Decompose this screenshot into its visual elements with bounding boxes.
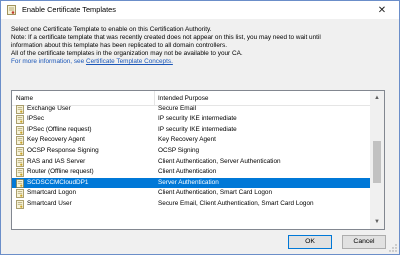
template-name: RAS and IAS Server [27, 157, 86, 165]
certificate-app-icon [7, 5, 16, 15]
certificate-template-icon [16, 168, 24, 177]
table-row[interactable]: IPSec IP security IKE intermediate [12, 114, 370, 125]
table-row[interactable]: RAS and IAS Server Client Authentication,… [12, 157, 370, 168]
certificate-template-icon [16, 125, 24, 135]
template-intended-purpose: OCSP Signing [158, 146, 200, 154]
table-row[interactable]: IPSec (Offline request) IP security IKE i… [12, 125, 370, 136]
template-name: IPSec (Offline request) [27, 125, 92, 133]
description-line-3: information about this template has been… [11, 42, 227, 50]
table-row[interactable]: Router (Offline request) Client Authentic… [12, 167, 370, 178]
certificate-template-icon [16, 136, 24, 146]
close-button[interactable]: ✕ [369, 2, 395, 18]
template-name: Router (Offline request) [27, 168, 94, 176]
enable-certificate-templates-dialog: Enable Certificate Templates ✕ Select on… [0, 0, 400, 255]
ok-button[interactable]: OK [288, 235, 332, 249]
close-icon: ✕ [377, 4, 387, 16]
more-info-line: For more information, see Certificate Te… [11, 58, 393, 66]
certificate-template-icon [16, 178, 24, 188]
template-name: Smartcard User [27, 199, 72, 207]
template-intended-purpose: Secure Email, Client Authentication, Sma… [158, 199, 314, 207]
certificate-template-icon [16, 147, 24, 156]
template-name: Smartcard Logon [27, 189, 77, 197]
template-intended-purpose: Client Authentication [158, 168, 217, 176]
template-name: Exchange User [27, 104, 71, 112]
scroll-down-arrow-icon[interactable]: ▼ [370, 215, 384, 229]
certificate-template-icon [16, 200, 24, 209]
table-row[interactable]: Key Recovery Agent Key Recovery Agent [12, 135, 370, 146]
resize-grip-icon[interactable] [389, 244, 397, 252]
scrollbar-thumb[interactable] [373, 141, 381, 183]
template-intended-purpose: Secure Email [158, 104, 197, 112]
table-row[interactable]: Smartcard Logon Client Authentication, Sm… [12, 188, 370, 199]
template-name: Key Recovery Agent [27, 136, 85, 144]
cancel-button[interactable]: Cancel [342, 235, 386, 249]
certificate-template-icon [16, 115, 24, 124]
template-name: IPSec [27, 115, 45, 123]
certificate-template-icon [16, 157, 24, 167]
scroll-up-arrow-icon[interactable]: ▲ [370, 91, 384, 105]
dialog-title: Enable Certificate Templates [22, 5, 116, 14]
template-intended-purpose: IP security IKE intermediate [158, 115, 237, 123]
template-intended-purpose: Server Authentication [158, 178, 219, 186]
template-intended-purpose: Key Recovery Agent [158, 136, 216, 144]
table-row[interactable]: SCDSCCMCloudDP1 Server Authentication [12, 177, 370, 189]
title-bar: Enable Certificate Templates ✕ [1, 1, 399, 19]
description-line-2: Note: If a certificate template that was… [11, 34, 321, 42]
certificate-template-icon [16, 104, 24, 114]
template-name: OCSP Response Signing [27, 146, 99, 154]
more-info-prefix: For more information, see [11, 58, 86, 66]
table-row[interactable]: OCSP Response Signing OCSP Signing [12, 146, 370, 157]
certificate-template-list[interactable]: Name Intended Purpose Exchange User Secur… [11, 90, 385, 230]
description-text: Select one Certificate Template to enabl… [11, 26, 393, 66]
table-row[interactable]: Exchange User Secure Email [12, 104, 370, 115]
template-intended-purpose: Client Authentication, Server Authentica… [158, 157, 281, 165]
template-intended-purpose: IP security IKE intermediate [158, 125, 237, 133]
certificate-template-concepts-link[interactable]: Certificate Template Concepts. [86, 58, 173, 65]
template-intended-purpose: Client Authentication, Smart Card Logon [158, 189, 273, 197]
certificate-template-icon [16, 189, 24, 199]
description-line-1: Select one Certificate Template to enabl… [11, 26, 212, 33]
description-line-4: All of the certificate templates in the … [11, 50, 243, 58]
template-name: SCDSCCMCloudDP1 [27, 178, 89, 186]
vertical-scrollbar[interactable]: ▲ ▼ [370, 91, 384, 229]
table-row[interactable]: Smartcard User Secure Email, Client Authe… [12, 199, 370, 210]
